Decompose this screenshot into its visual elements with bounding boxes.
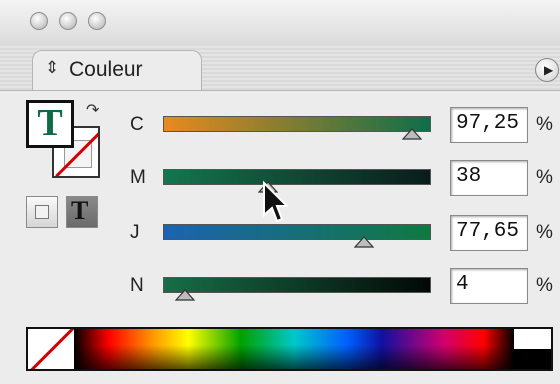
white-swatch[interactable]	[514, 329, 551, 349]
slider-thumb[interactable]	[354, 236, 375, 248]
slider-track[interactable]	[163, 116, 431, 132]
zoom-button[interactable]	[88, 12, 106, 30]
slider-track[interactable]	[163, 277, 431, 293]
percent-unit: %	[536, 275, 553, 296]
slider-track[interactable]	[163, 224, 431, 240]
value-field[interactable]: 38	[450, 160, 528, 196]
panel-menu-arrow-icon: ▶	[544, 63, 554, 77]
channel-label: C	[130, 114, 144, 135]
color-panel-window: ⇕ Couleur ▶ T ↷ T C 97,25 % M 38 % J 77,…	[0, 0, 560, 384]
fill-text-glyph: T	[37, 102, 63, 144]
slider-thumb[interactable]	[174, 289, 195, 301]
value-field[interactable]: 77,65	[450, 215, 528, 251]
tab-couleur[interactable]: ⇕ Couleur	[32, 50, 202, 90]
none-swatch[interactable]	[28, 329, 75, 369]
spectrum-gradient[interactable]	[74, 329, 514, 369]
value-field[interactable]: 4	[450, 268, 528, 304]
close-button[interactable]	[30, 12, 48, 30]
up-down-arrows-icon: ⇕	[45, 58, 60, 77]
slider-thumb[interactable]	[402, 128, 423, 140]
tab-label: Couleur	[69, 58, 143, 81]
title-bar	[0, 0, 560, 45]
channel-label: J	[130, 222, 140, 243]
slider-track[interactable]	[163, 169, 431, 185]
panel-menu-button[interactable]: ▶	[535, 58, 559, 82]
percent-unit: %	[536, 114, 553, 135]
black-swatch[interactable]	[514, 349, 551, 369]
minimize-button[interactable]	[59, 12, 77, 30]
fill-swatch[interactable]: T	[26, 100, 74, 148]
channel-label: N	[130, 275, 144, 296]
none-slash-icon	[28, 329, 74, 369]
mouse-pointer-icon	[262, 180, 290, 232]
slider-row-n: N 4 %	[0, 265, 560, 309]
percent-unit: %	[536, 167, 553, 188]
percent-unit: %	[536, 222, 553, 243]
channel-label: M	[130, 167, 146, 188]
color-spectrum-bar[interactable]	[26, 327, 553, 371]
value-field[interactable]: 97,25	[450, 107, 528, 143]
